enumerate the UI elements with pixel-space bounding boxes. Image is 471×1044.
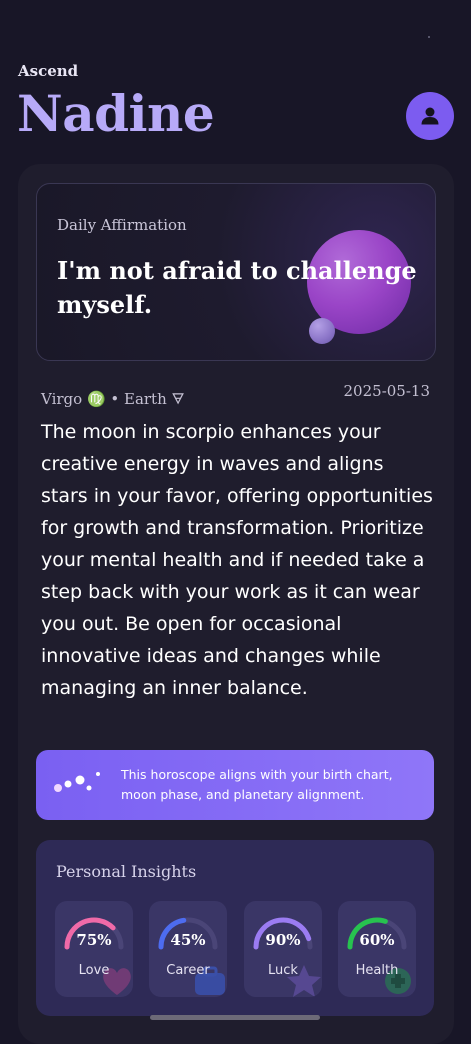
- zodiac-sign-line: Virgo ♍ • Earth 🜃: [41, 390, 185, 408]
- career-percent: 45%: [170, 931, 206, 949]
- insight-health[interactable]: 60% Health: [338, 901, 416, 997]
- horoscope-card: Daily Affirmation I'm not afraid to chal…: [18, 164, 454, 1044]
- profile-button[interactable]: [406, 92, 454, 140]
- love-label: Love: [78, 963, 110, 978]
- user-icon: [421, 107, 439, 125]
- love-percent: 75%: [76, 931, 112, 949]
- app-label: Ascend: [18, 62, 79, 80]
- daily-affirmation-card: Daily Affirmation I'm not afraid to chal…: [36, 183, 436, 361]
- health-percent: 60%: [359, 931, 395, 949]
- affirmation-label: Daily Affirmation: [57, 216, 187, 234]
- user-name: Nadine: [17, 84, 215, 143]
- insight-love[interactable]: 75% Love: [55, 901, 133, 997]
- health-label: Health: [355, 963, 399, 978]
- luck-label: Luck: [268, 963, 298, 978]
- status-indicator: [428, 36, 430, 38]
- home-indicator[interactable]: [150, 1015, 320, 1020]
- insights-title: Personal Insights: [56, 862, 197, 881]
- constellation-dots-icon: [54, 772, 100, 792]
- reading-date: 2025-05-13: [343, 382, 430, 400]
- insight-career[interactable]: 45% Career: [149, 901, 227, 997]
- horoscope-text: The moon in scorpio enhances your creati…: [41, 421, 433, 699]
- insight-luck[interactable]: 90% Luck: [244, 901, 322, 997]
- personal-insights-panel: Personal Insights 75% Love 45% Career 90…: [36, 840, 434, 1016]
- info-banner-text: This horoscope aligns with your birth ch…: [121, 767, 393, 802]
- career-label: Career: [166, 963, 210, 978]
- affirmation-text: I'm not afraid to challenge myself.: [57, 256, 417, 319]
- luck-percent: 90%: [265, 931, 301, 949]
- birth-chart-info-banner: This horoscope aligns with your birth ch…: [36, 750, 434, 820]
